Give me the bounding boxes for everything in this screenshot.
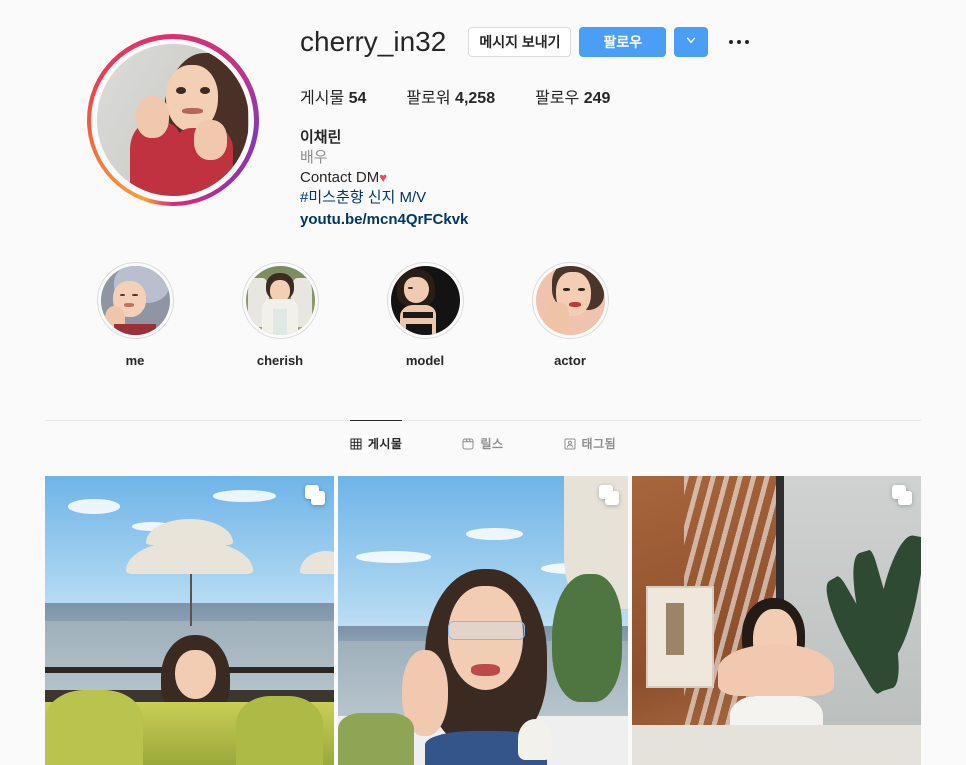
- stat-posts-value: 54: [348, 90, 367, 107]
- more-dot: [737, 40, 742, 44]
- grid-icon: [350, 438, 362, 450]
- profile-tabbar: 게시물 릴스 태그됨: [45, 420, 921, 464]
- highlight-actor[interactable]: actor: [525, 262, 615, 368]
- post-image: [45, 476, 335, 765]
- bio-category: 배우: [300, 149, 328, 166]
- bio-section: 이채린 배우 Contact DM♥ #미스춘향 신지 M/V youtu.be…: [300, 128, 921, 230]
- instagram-profile-page: cherry_in32 메시지 보내기 팔로우 게시물 54 팔로워 4,258…: [0, 0, 966, 765]
- tab-posts[interactable]: 게시물: [349, 420, 403, 464]
- more-options-button[interactable]: [722, 27, 756, 57]
- bio-contact-text: Contact DM: [300, 169, 380, 186]
- bio-contact-line: Contact DM♥: [300, 168, 921, 188]
- post-illustration: [338, 476, 628, 765]
- heart-icon: ♥: [379, 170, 387, 185]
- highlight-cover: [535, 266, 605, 335]
- reels-icon: [462, 438, 474, 450]
- tab-reels[interactable]: 릴스: [462, 420, 503, 464]
- highlight-ring: [386, 262, 464, 339]
- profile-info-column: cherry_in32 메시지 보내기 팔로우 게시물 54 팔로워 4,258…: [300, 24, 921, 230]
- tab-tagged[interactable]: 태그됨: [564, 420, 617, 464]
- stat-followers[interactable]: 팔로워 4,258: [406, 84, 495, 108]
- carousel-icon: [598, 485, 619, 505]
- highlight-illustration: [390, 266, 460, 335]
- more-dot: [729, 40, 734, 44]
- follow-dropdown-button[interactable]: [674, 27, 709, 57]
- highlight-illustration: [245, 266, 315, 335]
- tab-reels-label: 릴스: [480, 437, 504, 451]
- story-highlights: me cherish model actor: [0, 230, 966, 368]
- tab-tagged-label: 태그됨: [581, 437, 617, 451]
- story-ring-inner: [91, 38, 254, 202]
- avatar-column: [45, 24, 300, 230]
- message-button[interactable]: 메시지 보내기: [468, 27, 572, 57]
- highlight-model[interactable]: model: [380, 262, 470, 368]
- post-illustration: [45, 476, 335, 765]
- stat-following-label: 팔로우: [535, 90, 580, 107]
- stat-followers-label: 팔로워: [406, 90, 451, 107]
- profile-header: cherry_in32 메시지 보내기 팔로우 게시물 54 팔로워 4,258…: [0, 0, 966, 230]
- username-row: cherry_in32 메시지 보내기 팔로우: [300, 24, 921, 60]
- post-thumbnail[interactable]: [631, 476, 921, 765]
- highlight-ring: [96, 262, 174, 339]
- highlight-cherish[interactable]: cherish: [235, 262, 325, 368]
- avatar[interactable]: [96, 44, 249, 196]
- follow-button[interactable]: 팔로우: [579, 27, 667, 57]
- stat-followers-value: 4,258: [455, 90, 496, 107]
- highlight-label: actor: [554, 353, 586, 368]
- highlight-ring: [531, 262, 609, 339]
- post-image: [631, 476, 921, 765]
- page-title: cherry_in32: [300, 26, 447, 57]
- stat-posts[interactable]: 게시물 54: [300, 84, 366, 108]
- highlight-ring: [241, 262, 319, 339]
- highlight-me[interactable]: me: [90, 262, 180, 368]
- post-illustration: [631, 476, 921, 765]
- highlight-cover: [390, 266, 460, 335]
- stat-following-value: 249: [583, 90, 611, 107]
- bio-external-link[interactable]: youtu.be/mcn4QrFCkvk: [300, 210, 468, 230]
- stat-posts-label: 게시물: [300, 90, 345, 107]
- post-thumbnail[interactable]: [45, 476, 335, 765]
- post-image: [338, 476, 628, 765]
- bio-hashtag[interactable]: #미스춘향 신지 M/V: [300, 188, 921, 208]
- story-ring[interactable]: [86, 34, 259, 206]
- stat-following[interactable]: 팔로우 249: [535, 84, 610, 108]
- highlight-label: model: [405, 353, 445, 368]
- highlight-cover: [100, 266, 170, 335]
- posts-grid: [45, 476, 921, 765]
- highlight-label: cherish: [256, 353, 304, 368]
- highlight-cover: [245, 266, 315, 335]
- highlight-illustration: [535, 266, 605, 335]
- chevron-down-icon: [684, 33, 698, 52]
- carousel-icon: [305, 485, 326, 505]
- avatar-illustration: [96, 44, 249, 196]
- stats-row: 게시물 54 팔로워 4,258 팔로우 249: [300, 84, 921, 108]
- highlight-label: me: [125, 353, 145, 368]
- carousel-icon: [892, 485, 912, 505]
- more-dot: [745, 40, 750, 44]
- tagged-icon: [564, 438, 576, 450]
- bio-full-name: 이채린: [300, 129, 342, 146]
- post-thumbnail[interactable]: [338, 476, 628, 765]
- highlight-illustration: [100, 266, 170, 335]
- tab-posts-label: 게시물: [367, 437, 403, 451]
